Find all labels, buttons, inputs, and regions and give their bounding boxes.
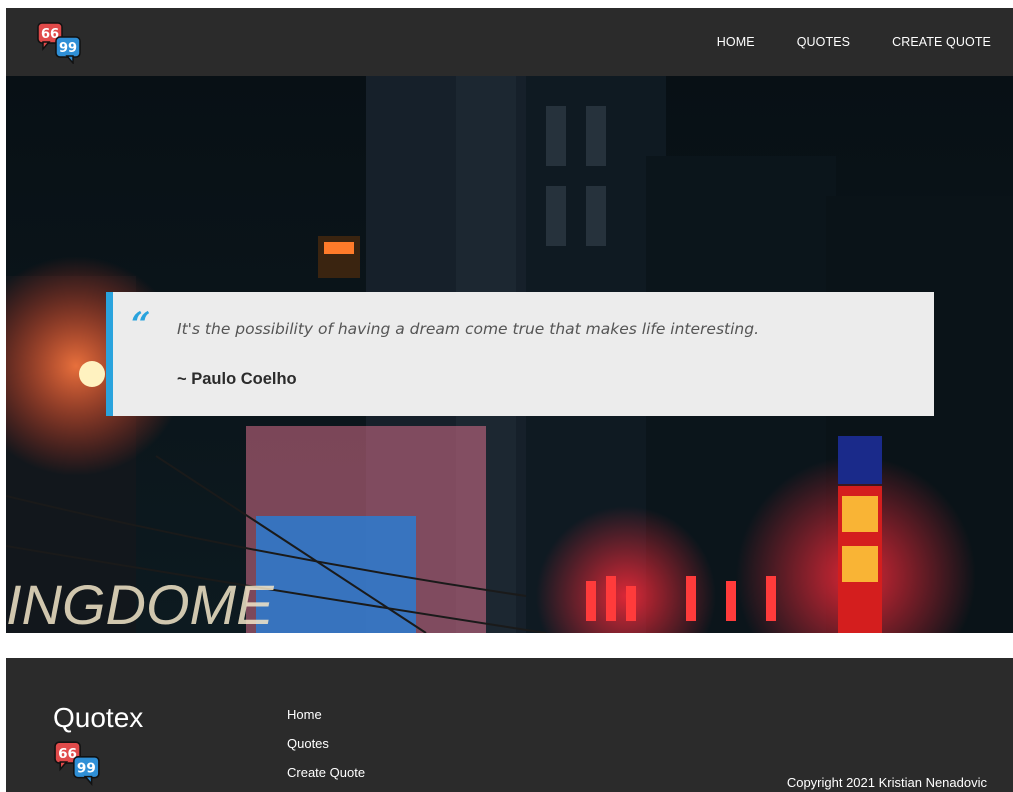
- footer-create-quote-link[interactable]: Create Quote: [287, 765, 365, 781]
- hero-sign-text: INGDOME: [6, 573, 274, 633]
- svg-text:99: 99: [77, 760, 96, 776]
- nav-quotes-link[interactable]: QUOTES: [797, 35, 850, 49]
- quote-author: ~ Paulo Coelho: [177, 370, 297, 388]
- footer-quotes-link[interactable]: Quotes: [287, 736, 365, 752]
- footer-nav: Home Quotes Create Quote: [287, 707, 365, 781]
- quote-mark-icon: “: [131, 305, 151, 345]
- main-nav: HOME QUOTES CREATE QUOTE: [717, 8, 991, 76]
- svg-text:99: 99: [59, 41, 77, 56]
- nav-home-link[interactable]: HOME: [717, 35, 755, 49]
- footer-brand: Quotex: [53, 702, 144, 733]
- svg-text:66: 66: [58, 746, 77, 762]
- quote-bubbles-logo: 66 99: [54, 741, 100, 786]
- footer-home-link[interactable]: Home: [287, 707, 365, 723]
- top-navbar: 66 99 HOME QUOTES CREATE QUOTE: [6, 8, 1013, 76]
- quote-text: It's the possibility of having a dream c…: [177, 320, 759, 338]
- copyright-text: Copyright 2021 Kristian Nenadovic: [786, 775, 987, 790]
- site-footer: Quotex 66 99 Home Quotes Create Quote Co…: [6, 658, 1013, 792]
- quote-card: “ It's the possibility of having a dream…: [106, 292, 934, 416]
- svg-text:66: 66: [41, 27, 59, 42]
- quote-bubbles-logo[interactable]: 66 99: [37, 20, 83, 64]
- nav-create-quote-link[interactable]: CREATE QUOTE: [892, 35, 991, 49]
